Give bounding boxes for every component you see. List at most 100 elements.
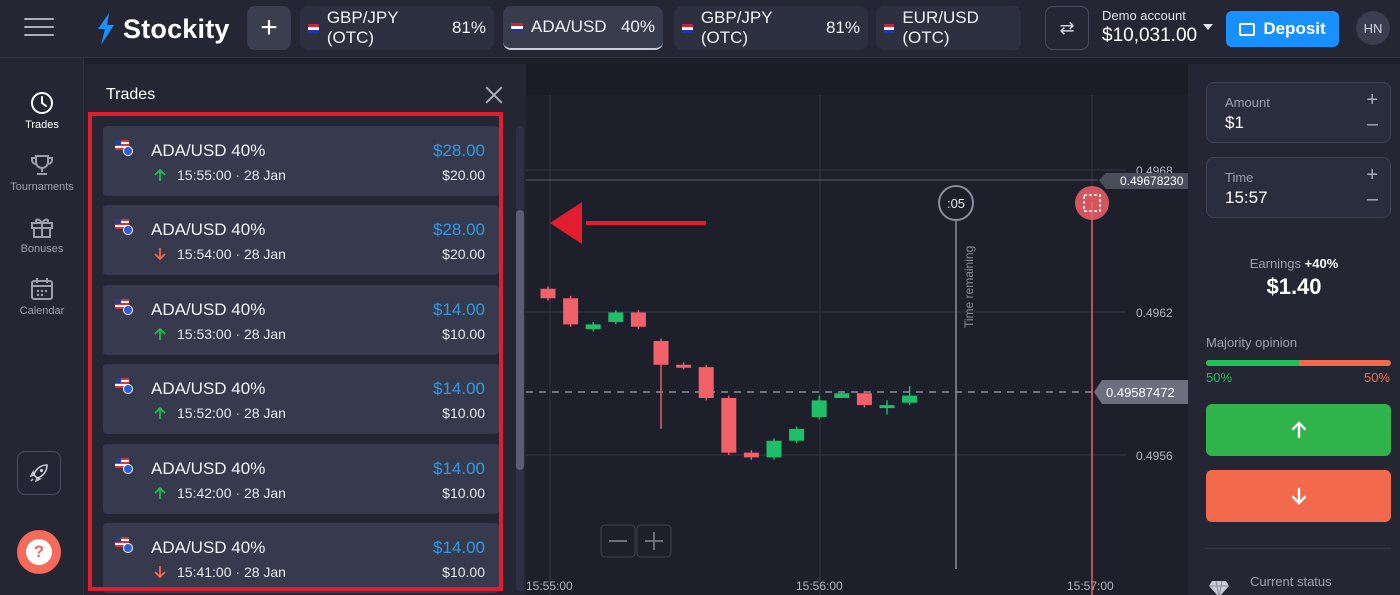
- account-balance: $10,031.00: [1102, 25, 1198, 46]
- chart-canvas[interactable]: :05 Time remaining 0.4968 0.4962 0.4956 …: [526, 64, 1188, 595]
- buy-up-button[interactable]: [1206, 404, 1391, 456]
- sidebar-item-tournaments[interactable]: Tournaments: [0, 152, 84, 193]
- sidebar-item-label: Trades: [25, 119, 59, 131]
- candle-body: [902, 395, 918, 403]
- wallet-icon: [1239, 22, 1256, 36]
- time-remaining-label: Time remaining: [962, 246, 976, 328]
- calendar-icon: [31, 278, 53, 300]
- time-field[interactable]: Time 15:57 + –: [1206, 157, 1391, 218]
- zoom-out-button[interactable]: [600, 524, 636, 558]
- question-icon: ?: [26, 539, 52, 565]
- time-value[interactable]: 15:57: [1225, 188, 1268, 208]
- sidebar-item-label: Tournaments: [10, 181, 74, 193]
- sidebar-item-calendar[interactable]: Calendar: [0, 276, 84, 317]
- account-label: Demo account: [1102, 8, 1186, 23]
- time-label: 15:55:00: [526, 579, 573, 593]
- arrow-down-icon: [1291, 487, 1306, 505]
- diamond-icon: [1209, 580, 1229, 595]
- logo-icon: [98, 13, 114, 45]
- asset-tab-4[interactable]: EUR/USD (OTC): [876, 6, 1021, 50]
- majority-down-percent: 50%: [1363, 370, 1390, 385]
- deposit-label: Deposit: [1263, 19, 1326, 38]
- gift-icon: [31, 218, 53, 238]
- asset-tab-3[interactable]: GBP/JPY (OTC) 81%: [674, 6, 868, 50]
- candle-body: [856, 393, 872, 406]
- close-icon[interactable]: [485, 86, 503, 104]
- sidebar-item-trades[interactable]: Trades: [0, 90, 84, 131]
- rocket-button[interactable]: [17, 451, 61, 495]
- time-label: 15:57:00: [1067, 579, 1114, 593]
- refresh-icon[interactable]: ⇄: [1045, 6, 1089, 50]
- majority-up-percent: 50%: [1206, 370, 1233, 385]
- flag-icon: [308, 23, 319, 33]
- price-chart[interactable]: :05 Time remaining 0.4968 0.4962 0.4956 …: [526, 64, 1188, 595]
- candle-body: [698, 367, 714, 398]
- highlight-box: [88, 112, 503, 591]
- amount-value[interactable]: $1: [1225, 113, 1244, 133]
- earnings-percent: +40%: [1304, 256, 1339, 271]
- candle-body: [721, 398, 737, 453]
- asset-tab-2[interactable]: ADA/USD 40%: [503, 6, 663, 50]
- majority-fill: [1206, 360, 1299, 366]
- majority-bar: [1206, 360, 1391, 366]
- sidebar: Trades Tournaments Bonuses Calendar ?: [0, 58, 84, 595]
- current-status-label: Current status: [1250, 574, 1332, 589]
- divider: [1206, 548, 1391, 549]
- account-switcher[interactable]: Demo account $10,031.00: [1102, 8, 1197, 47]
- asset-tab-name: GBP/JPY (OTC): [326, 8, 399, 47]
- rocket-icon: [29, 464, 48, 483]
- timer-text: :05: [947, 196, 965, 211]
- amount-field[interactable]: Amount $1 + –: [1206, 82, 1391, 143]
- help-button[interactable]: ?: [17, 530, 61, 574]
- earnings-value: $1.40: [1266, 274, 1322, 299]
- sidebar-item-label: Calendar: [19, 305, 65, 317]
- candle-body: [653, 341, 669, 365]
- time-increase-button[interactable]: +: [1366, 164, 1378, 187]
- sidebar-item-label: Bonuses: [20, 243, 64, 255]
- top-bar: Stockity + GBP/JPY (OTC) 81% ADA/USD 40%…: [0, 0, 1400, 58]
- asset-tab-name: GBP/JPY (OTC): [700, 8, 773, 47]
- earnings-label: Earnings +40%: [1249, 256, 1339, 271]
- flag-icon: [884, 23, 895, 33]
- add-asset-button[interactable]: +: [247, 6, 291, 50]
- flag-icon: [511, 22, 523, 32]
- marker-price-label: 0.49678230: [1120, 174, 1184, 188]
- scrollbar[interactable]: [516, 126, 524, 591]
- asset-tab-1[interactable]: GBP/JPY (OTC) 81%: [300, 6, 494, 50]
- candle-body: [743, 452, 759, 458]
- logo[interactable]: Stockity: [95, 10, 230, 48]
- avatar[interactable]: HN: [1356, 11, 1390, 45]
- menu-icon[interactable]: [24, 18, 54, 40]
- asset-tab-payout: 81%: [451, 18, 486, 37]
- time-label: Time: [1225, 170, 1254, 185]
- asset-tab-payout: 81%: [825, 18, 860, 37]
- arrow-up-icon: [1291, 421, 1306, 439]
- asset-tab-name: ADA/USD: [531, 17, 607, 36]
- candle-body: [540, 288, 556, 299]
- current-price-label: 0.49587472: [1106, 385, 1175, 400]
- sidebar-item-bonuses[interactable]: Bonuses: [0, 214, 84, 255]
- candle-body: [789, 428, 805, 441]
- price-label: 0.4962: [1136, 306, 1173, 320]
- scrollbar-thumb[interactable]: [516, 210, 524, 470]
- asset-tab-name: EUR/USD (OTC): [902, 8, 979, 47]
- candle-body: [585, 324, 601, 330]
- amount-increase-button[interactable]: +: [1366, 89, 1378, 112]
- deposit-button[interactable]: Deposit: [1226, 11, 1339, 47]
- trades-panel: Trades ADA/USD 40% $28.00 15:55:00 · 28 Ja…: [85, 64, 526, 595]
- candle-body: [630, 312, 646, 327]
- expiry-marker[interactable]: [1075, 186, 1109, 220]
- order-panel: Amount $1 + – Time 15:57 + – Earnings +4…: [1188, 64, 1400, 595]
- trophy-icon: [31, 155, 53, 175]
- chevron-down-icon[interactable]: [1203, 24, 1213, 30]
- annotation-arrow: [550, 202, 706, 244]
- price-label: 0.4956: [1136, 449, 1173, 463]
- zoom-in-button[interactable]: [636, 524, 672, 558]
- time-decrease-button[interactable]: –: [1367, 188, 1378, 211]
- candle-body: [879, 405, 895, 409]
- majority-label: Majority opinion: [1206, 335, 1298, 350]
- candle-body: [766, 440, 782, 458]
- sell-down-button[interactable]: [1206, 470, 1391, 522]
- candle-body: [563, 298, 579, 325]
- amount-decrease-button[interactable]: –: [1367, 113, 1378, 136]
